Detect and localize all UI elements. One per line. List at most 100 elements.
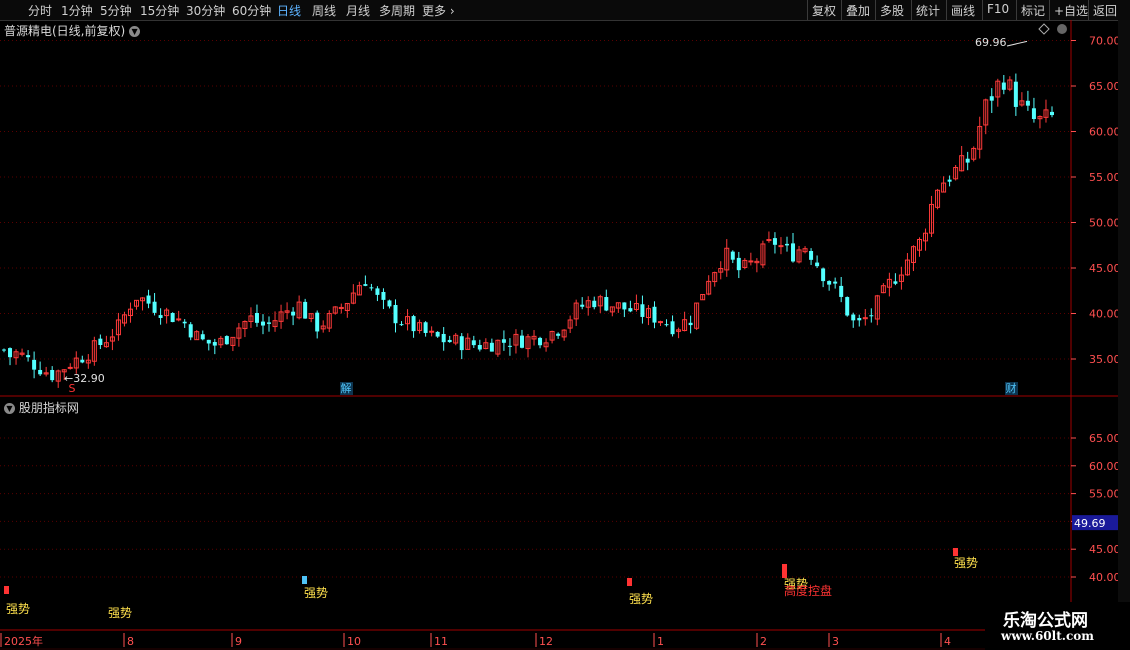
date-label-7: 2 xyxy=(760,635,767,648)
candle-body xyxy=(845,297,850,316)
period-tab-4[interactable]: 30分钟 xyxy=(186,2,225,19)
toolbar-divider xyxy=(982,0,983,20)
watermark-url: www.60lt.com xyxy=(1001,629,1094,643)
candle-body xyxy=(291,311,296,316)
toolbar-action-1[interactable]: 叠加 xyxy=(846,2,870,19)
sub-axis-tick-label: 55.00 xyxy=(1089,488,1121,501)
candle-body xyxy=(604,297,609,311)
candle-body xyxy=(947,179,952,182)
toolbar-action-8[interactable]: 返回 xyxy=(1093,2,1117,19)
toolbar-action-0[interactable]: 复权 xyxy=(812,2,836,19)
candle-body xyxy=(38,369,43,375)
chevron-up-icon xyxy=(1057,24,1067,34)
candle-body xyxy=(254,312,259,323)
period-tab-8[interactable]: 月线 xyxy=(346,2,370,19)
toolbar: 分时 1分钟 5分钟 15分钟 30分钟 60分钟 日线 周线 月线 多周期 更多 › 复权 叠加 多股统… xyxy=(0,0,1130,21)
candle-body xyxy=(839,285,844,297)
candle-body xyxy=(1050,111,1054,116)
candle-body xyxy=(857,318,862,321)
candle-body xyxy=(809,251,814,260)
candle-body xyxy=(206,339,211,344)
signal-label-1: 强势 xyxy=(108,606,132,620)
candle-body xyxy=(212,342,217,346)
candle-body xyxy=(821,268,826,282)
toolbar-divider xyxy=(807,0,808,20)
candle-body xyxy=(182,321,187,324)
candle-body xyxy=(688,322,693,326)
toolbar-action-7[interactable]: +自选 xyxy=(1054,2,1088,19)
candle-body xyxy=(375,288,380,295)
date-label-0: 2025年 xyxy=(4,634,43,648)
period-tab-7[interactable]: 周线 xyxy=(312,2,336,19)
period-tab-10[interactable]: 更多 › xyxy=(422,2,455,19)
toolbar-action-3[interactable]: 统计 xyxy=(916,2,940,19)
date-label-1: 8 xyxy=(127,635,134,648)
candle-body xyxy=(158,315,163,318)
candle-body xyxy=(477,344,482,350)
period-tab-0[interactable]: 分时 xyxy=(28,2,52,19)
chevron-down-icon[interactable]: ▼ xyxy=(4,403,15,414)
signal-label-3: 强势 xyxy=(629,592,653,606)
period-tab-3[interactable]: 15分钟 xyxy=(140,2,179,19)
candle-body xyxy=(580,304,585,307)
toolbar-action-6[interactable]: 标记 xyxy=(1021,2,1045,19)
signal-bar xyxy=(953,548,958,556)
candle-body xyxy=(393,305,398,324)
signal-bar xyxy=(4,586,9,594)
candle-body xyxy=(381,291,386,300)
sub-panel-title-wrap: ▼ 股朋指标网 xyxy=(4,399,79,416)
main-panel-title: 普源精电(日线,前复权) xyxy=(4,24,126,38)
toolbar-action-4[interactable]: 画线 xyxy=(951,2,975,19)
main-axis-tick-label: 45.00 xyxy=(1089,262,1121,275)
signal-label-extra: 高度控盘 xyxy=(784,583,832,598)
main-axis-tick-label: 35.00 xyxy=(1089,353,1121,366)
date-label-5: 12 xyxy=(539,635,553,648)
period-tab-9[interactable]: 多周期 xyxy=(379,2,415,19)
watermark: 乐淘公式网 www.60lt.com xyxy=(985,602,1130,650)
toolbar-divider xyxy=(911,0,912,20)
signal-label-5: 强势 xyxy=(954,556,978,570)
candle-body xyxy=(1013,81,1018,107)
chart-area: 70.00 65.00 60.00 55.00 50.00 45.00 40.00 35.00… xyxy=(0,20,1130,650)
period-tab-6[interactable]: 日线 xyxy=(277,2,301,19)
signal-bar xyxy=(627,578,632,586)
candle-body xyxy=(224,336,229,345)
candle-body xyxy=(658,321,664,324)
toolbar-action-5[interactable]: F10 xyxy=(987,2,1009,16)
candle-body xyxy=(736,257,741,271)
candle-body xyxy=(200,334,205,340)
candle-body xyxy=(507,345,512,347)
candle-body xyxy=(670,321,675,335)
candle-body xyxy=(471,340,476,346)
candle-body xyxy=(399,324,404,326)
main-axis-tick-label: 55.00 xyxy=(1089,171,1121,184)
period-tab-1[interactable]: 1分钟 xyxy=(61,2,93,19)
signal-label-2: 强势 xyxy=(304,586,328,600)
sub-axis-tick-label: 40.00 xyxy=(1089,571,1121,584)
candle-body xyxy=(8,348,13,358)
candle-body xyxy=(730,251,735,260)
candle-body xyxy=(827,281,832,285)
candle-body xyxy=(519,335,524,348)
high-pointer-line xyxy=(1006,40,1028,47)
candle-body xyxy=(556,333,561,336)
diamond-icon xyxy=(1038,23,1050,35)
candle-body xyxy=(2,349,6,351)
candle-body xyxy=(815,262,820,267)
event-marker-2: 财 xyxy=(1006,381,1017,395)
high-value-label: 69.96 xyxy=(975,36,1007,49)
candle-body xyxy=(869,315,874,317)
candle-body xyxy=(188,324,193,338)
toolbar-action-2[interactable]: 多股 xyxy=(880,2,904,19)
candle-body xyxy=(441,333,446,343)
date-label-2: 9 xyxy=(235,635,242,648)
candle-body xyxy=(1025,100,1030,106)
signal-label-0: 强势 xyxy=(6,602,30,616)
main-axis-tick-label: 70.00 xyxy=(1089,35,1121,48)
period-tab-2[interactable]: 5分钟 xyxy=(100,2,132,19)
chevron-down-icon[interactable]: ▼ xyxy=(129,26,141,37)
candle-body xyxy=(423,322,428,333)
main-axis-tick-label: 40.00 xyxy=(1089,308,1121,321)
candle-body xyxy=(459,336,464,351)
period-tab-5[interactable]: 60分钟 xyxy=(232,2,271,19)
